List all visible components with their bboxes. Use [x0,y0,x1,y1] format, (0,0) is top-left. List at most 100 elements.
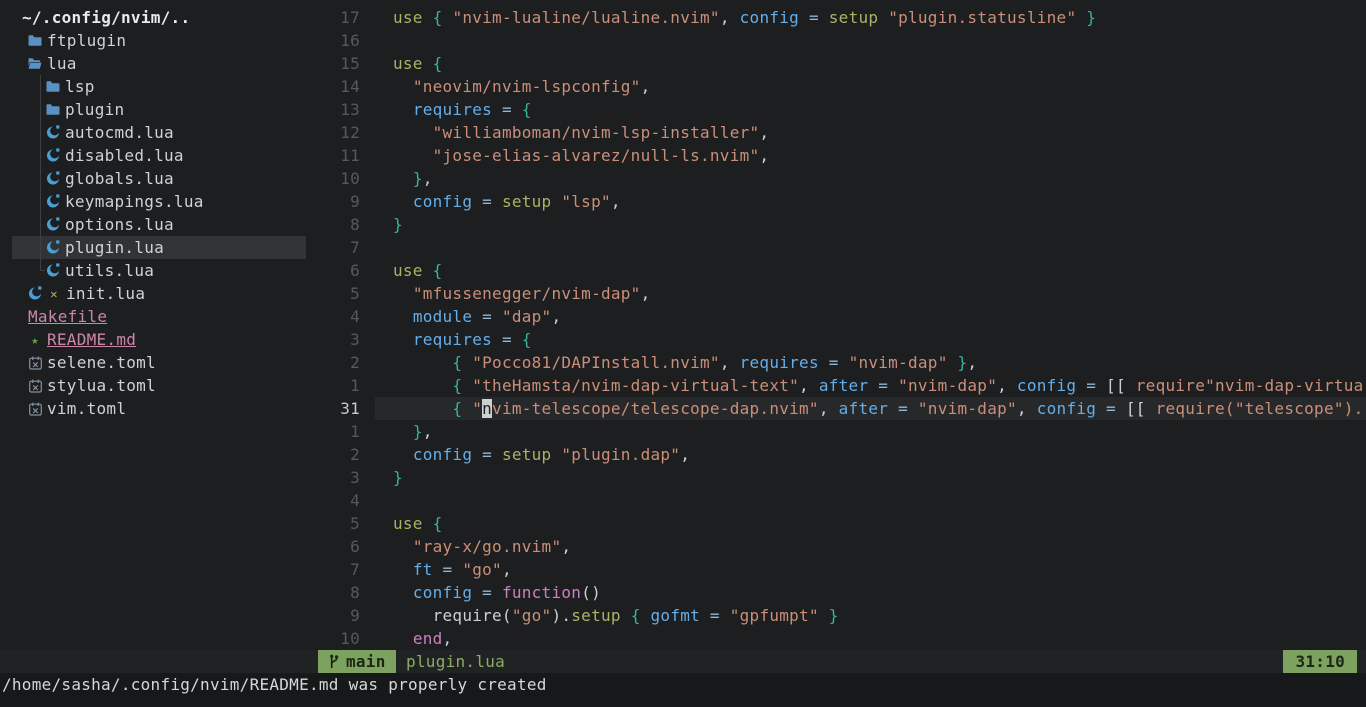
tree-item[interactable]: plugin [0,98,307,121]
folder-closed-icon [46,79,60,95]
code-text: requires = { [360,328,532,351]
lua-icon [46,194,60,210]
code-line[interactable]: 11 "jose-elias-alvarez/null-ls.nvim", [307,144,1366,167]
star-icon: ★ [28,332,42,348]
tree-guide-line [40,98,45,121]
tree-item[interactable]: ftplugin [0,29,307,52]
code-text: module = "dap", [360,305,561,328]
tree-item-label: globals.lua [65,169,174,188]
code-text [360,29,393,52]
code-editor[interactable]: 1 7 use { "nvim-lualine/lualine.nvim", con… [307,6,1366,650]
code-text: "williamboman/nvim-lsp-installer", [360,121,769,144]
tree-item[interactable]: lua [0,52,307,75]
toml-icon [28,355,42,371]
code-text: }, [360,420,433,443]
code-line[interactable]: 6use { [307,259,1366,282]
code-text: } [360,466,403,489]
code-text [360,489,393,512]
code-line[interactable]: 2 { "Pocco81/DAPInstall.nvim", requires … [307,351,1366,374]
tree-item[interactable]: plugin.lua [0,236,307,259]
line-number: 3 [307,466,360,489]
line-number: 9 [307,190,360,213]
code-text: use { "nvim-lualine/lualine.nvim", confi… [360,6,1096,29]
line-number: 1 [307,420,360,443]
code-line[interactable]: 4 module = "dap", [307,305,1366,328]
tree-guide-line [40,121,45,144]
statusline-filename: plugin.lua [406,650,505,673]
tree-items: ftpluginlualspplugin autocmd.lua disabled.… [0,29,307,420]
line-number: 6 [307,259,360,282]
code-line[interactable]: 31 { "nvim-telescope/telescope-dap.nvim"… [307,397,1366,420]
tree-guide-line [40,75,45,98]
lua-icon [46,240,60,256]
tree-item[interactable]: lsp [0,75,307,98]
code-line[interactable]: 1 }, [307,420,1366,443]
tree-item[interactable]: selene.toml [0,351,307,374]
line-number: 8 [307,213,360,236]
code-line[interactable]: 3} [307,466,1366,489]
code-text: { "Pocco81/DAPInstall.nvim", requires = … [360,351,977,374]
tree-item[interactable]: vim.toml [0,397,307,420]
code-line[interactable]: 3 requires = { [307,328,1366,351]
code-line[interactable]: 10 end, [307,627,1366,650]
line-number: 2 [307,351,360,374]
tree-item[interactable]: keymapings.lua [0,190,307,213]
tree-item-label: autocmd.lua [65,123,174,142]
code-line[interactable]: 4 [307,489,1366,512]
tree-item[interactable]: ★README.md [0,328,307,351]
code-line[interactable]: 9 require("go").setup { gofmt = "gpfumpt… [307,604,1366,627]
code-line[interactable]: 1 { "theHamsta/nvim-dap-virtual-text", a… [307,374,1366,397]
tree-item-label: disabled.lua [65,146,184,165]
lua-icon [28,286,42,302]
code-text: config = setup "lsp", [360,190,621,213]
code-line[interactable]: 7 [307,236,1366,259]
code-line[interactable]: 5use { [307,512,1366,535]
line-number: 6 [307,535,360,558]
code-line[interactable]: 2 config = setup "plugin.dap", [307,443,1366,466]
code-line[interactable]: 8 config = function() [307,581,1366,604]
line-number: 7 [307,236,360,259]
tree-item-label: init.lua [66,284,145,303]
tree-item[interactable]: stylua.toml [0,374,307,397]
code-line[interactable]: 13 requires = { [307,98,1366,121]
toml-icon [28,401,42,417]
code-line[interactable]: 12 "williamboman/nvim-lsp-installer", [307,121,1366,144]
tree-item[interactable]: globals.lua [0,167,307,190]
tree-item[interactable]: disabled.lua [0,144,307,167]
code-text: end, [360,627,452,650]
code-line[interactable]: 15use { [307,52,1366,75]
code-line[interactable]: 17use { "nvim-lualine/lualine.nvim", con… [307,6,1366,29]
tree-guide-line [40,236,45,259]
lua-icon [46,148,60,164]
tree-item-label: Makefile [28,307,107,326]
tree-item-label: stylua.toml [47,376,156,395]
code-text [360,236,393,259]
code-text: use { [360,259,443,282]
git-branch-badge: main [318,650,396,673]
code-line[interactable]: 5 "mfussenegger/nvim-dap", [307,282,1366,305]
code-text: require("go").setup { gofmt = "gpfumpt" … [360,604,839,627]
line-number: 4 [307,489,360,512]
git-branch-icon [328,654,339,670]
code-text: config = setup "plugin.dap", [360,443,690,466]
tree-item[interactable]: Makefile [0,305,307,328]
code-line[interactable]: 14 "neovim/nvim-lspconfig", [307,75,1366,98]
lua-icon [46,217,60,233]
command-line-message: /home/sasha/.config/nvim/README.md was p… [0,673,1366,707]
tree-item[interactable]: options.lua [0,213,307,236]
tree-item[interactable]: ✕init.lua [0,282,307,305]
code-line[interactable]: 16 [307,29,1366,52]
code-line[interactable]: 9 config = setup "lsp", [307,190,1366,213]
line-number: 1 [307,374,360,397]
code-line[interactable]: 7 ft = "go", [307,558,1366,581]
code-text: use { [360,512,443,535]
code-line[interactable]: 6 "ray-x/go.nvim", [307,535,1366,558]
code-line[interactable]: 10 }, [307,167,1366,190]
code-text: } [360,213,403,236]
tree-item[interactable]: utils.lua [0,259,307,282]
tree-item-label: utils.lua [65,261,154,280]
tree-item[interactable]: autocmd.lua [0,121,307,144]
code-line[interactable]: 8} [307,213,1366,236]
tree-item-label: options.lua [65,215,174,234]
statusline: main plugin.lua 31:10 [0,650,1366,673]
